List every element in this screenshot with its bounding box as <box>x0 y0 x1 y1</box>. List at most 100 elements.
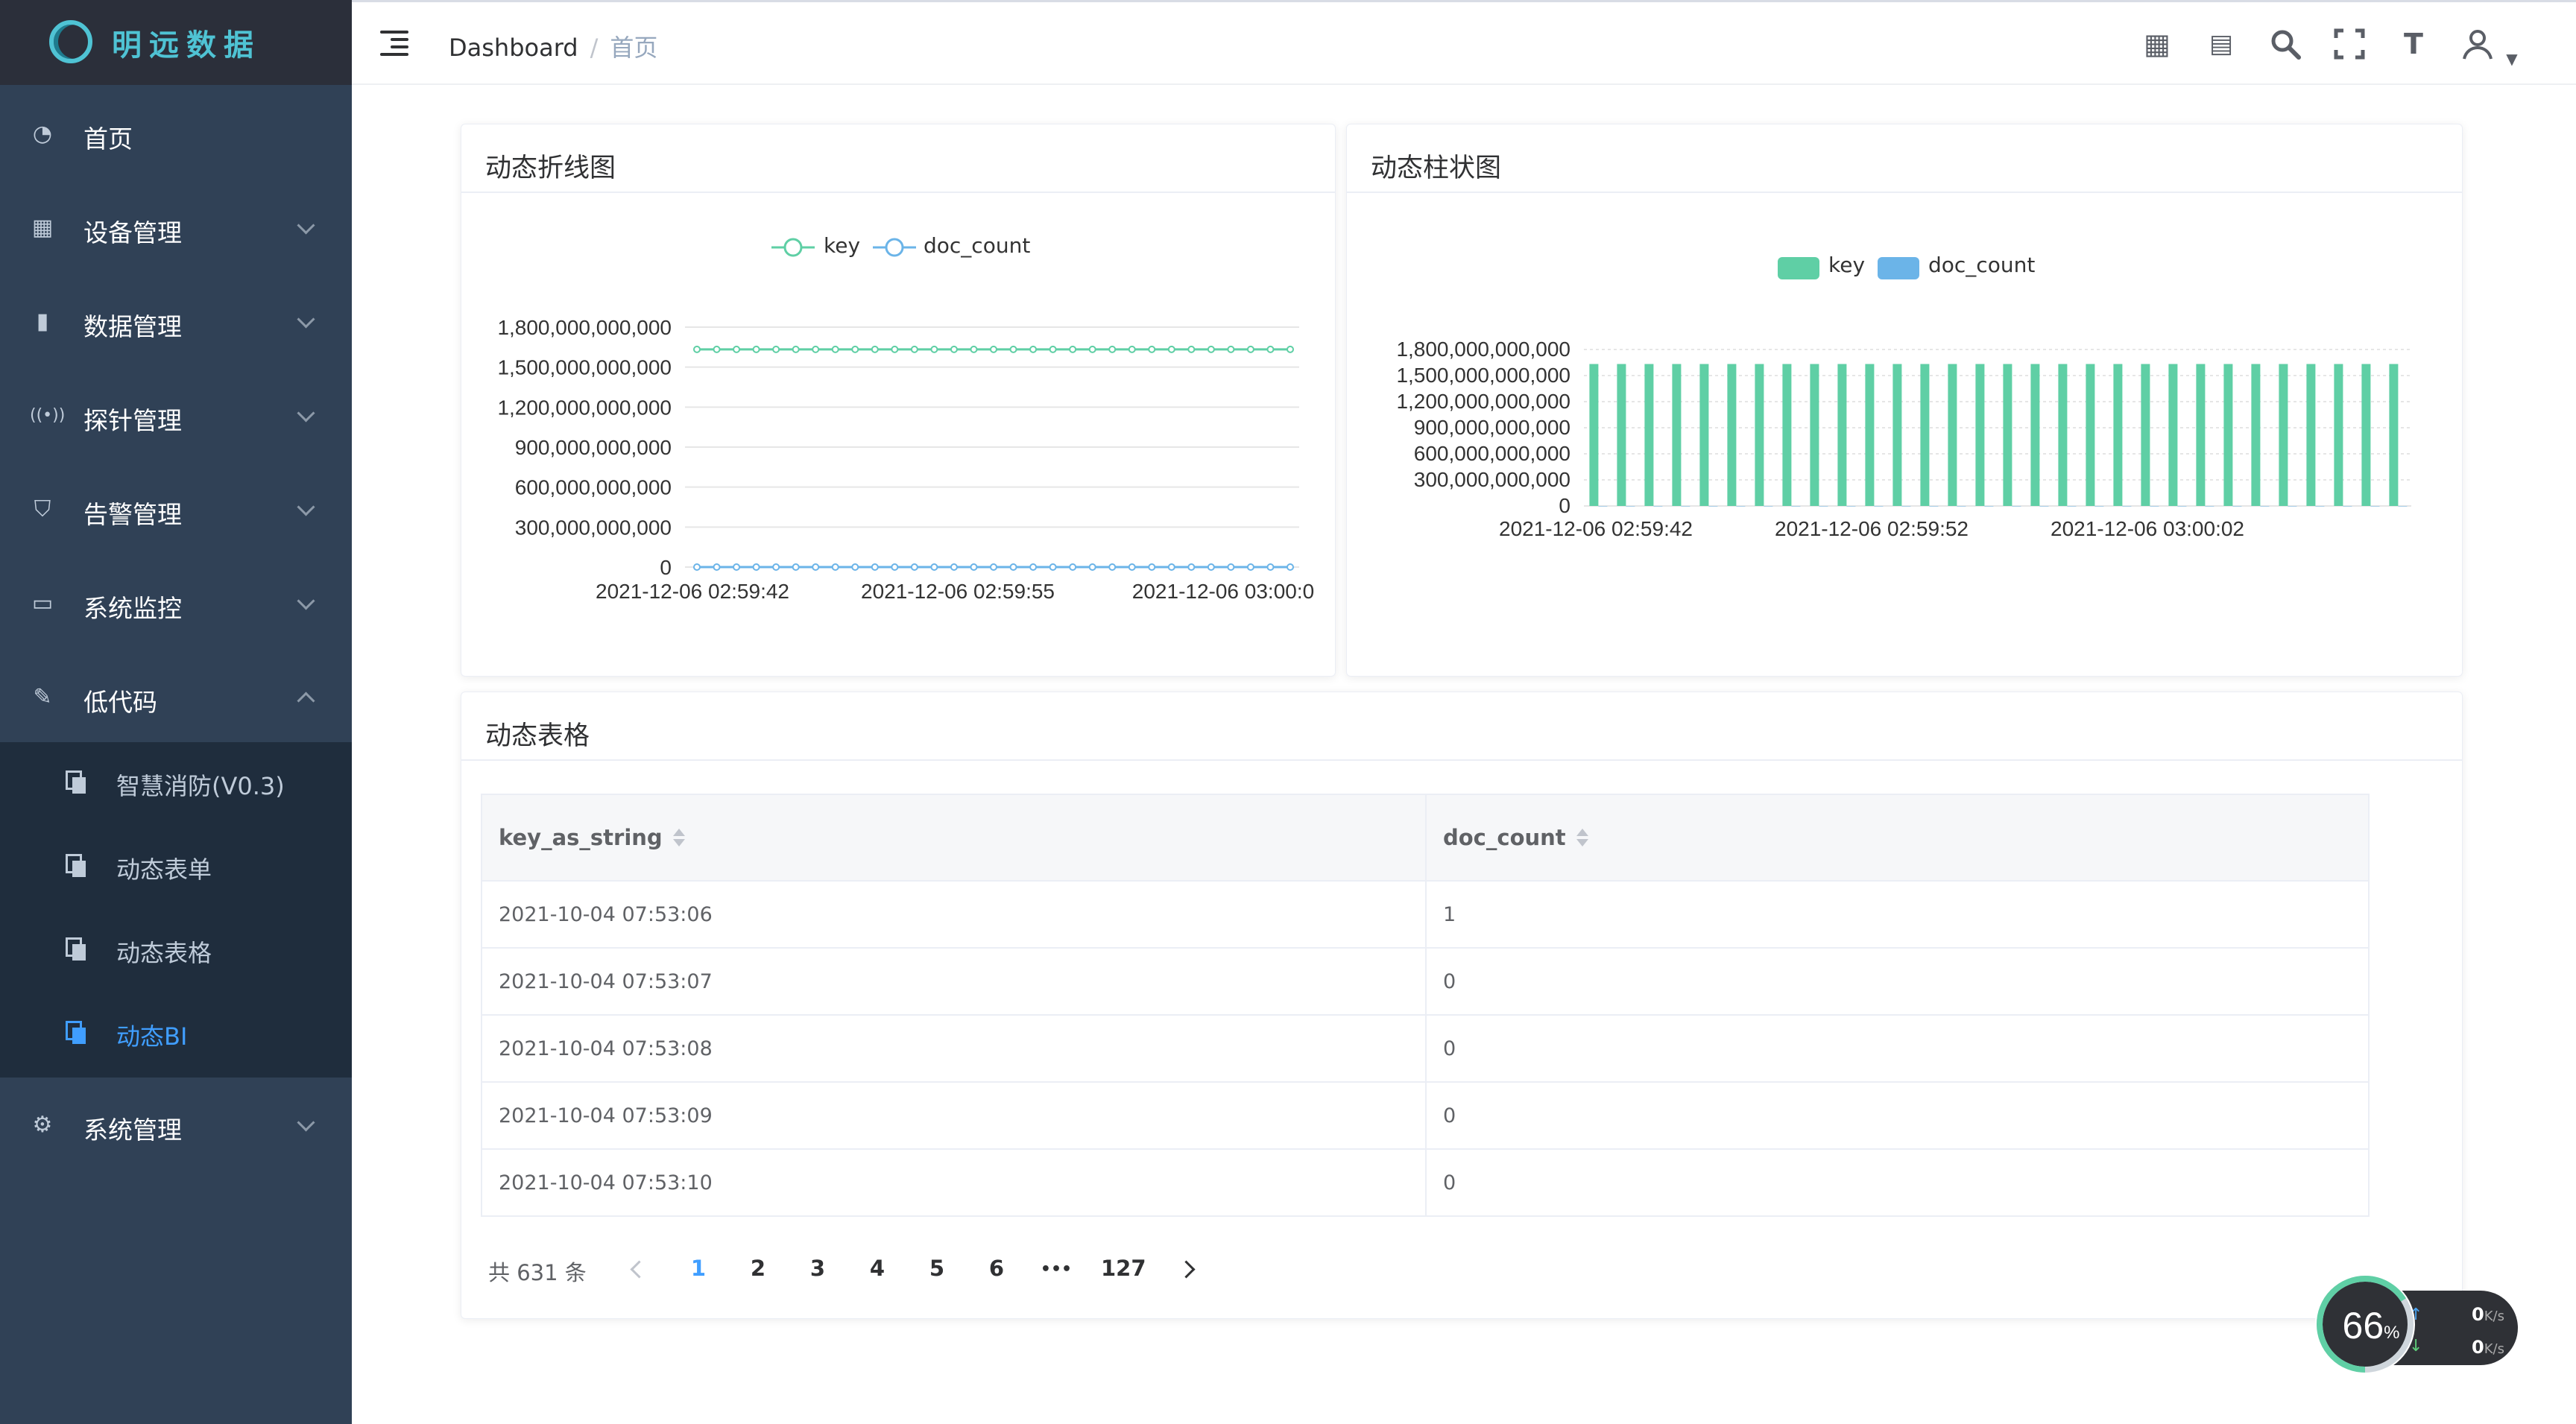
sort-icon[interactable] <box>1576 827 1588 848</box>
data-point <box>792 345 800 353</box>
bar <box>2003 364 2012 506</box>
table-card: 动态表格 key_as_string doc_count 2021-10-04 … <box>461 692 2463 1319</box>
bar <box>2168 364 2178 506</box>
data-point <box>1187 563 1196 571</box>
chevron-down-icon <box>297 216 315 235</box>
memory-percent: 66% <box>2342 1305 2400 1347</box>
submenu-item-form[interactable]: 动态表单 <box>0 826 352 909</box>
breadcrumb-dashboard[interactable]: Dashboard <box>449 34 578 62</box>
page-button-5[interactable]: 5 <box>915 1256 959 1281</box>
sidebar-item-alerts[interactable]: ⛉ 告警管理 <box>0 462 352 556</box>
bar <box>1957 506 1966 507</box>
prev-page-icon[interactable] <box>630 1260 648 1279</box>
submenu-item-table[interactable]: 动态表格 <box>0 909 352 993</box>
data-point <box>812 345 820 353</box>
chevron-down-icon <box>297 498 315 516</box>
data-table: key_as_string doc_count 2021-10-04 07:53… <box>481 794 2370 1217</box>
brand[interactable]: 明远数据 <box>0 0 352 85</box>
bar <box>2398 506 2408 507</box>
sidebar-item-lowcode[interactable]: ✎ 低代码 <box>0 650 352 744</box>
table-cell: 2021-10-04 07:53:09 <box>482 1083 1427 1148</box>
bar <box>2389 364 2399 506</box>
column-header-key[interactable]: key_as_string <box>482 795 1427 880</box>
search-icon[interactable] <box>2269 28 2302 60</box>
font-size-icon[interactable]: T <box>2397 28 2430 60</box>
sidebar-item-label: 数据管理 <box>83 312 182 341</box>
data-point <box>812 563 820 571</box>
x-tick-label: 2021-12-06 02:59:42 <box>596 580 789 603</box>
bar <box>1764 506 1773 507</box>
download-speed: 0K/s <box>2472 1337 2504 1358</box>
page-button-4[interactable]: 4 <box>855 1256 900 1281</box>
bar <box>2122 506 2132 507</box>
data-point <box>1148 563 1156 571</box>
top-navbar: Dashboard / 首页 ▦ ▤ T ▼ <box>352 0 2576 85</box>
table-cell: 1 <box>1443 902 1456 926</box>
hamburger-icon[interactable] <box>380 31 408 56</box>
submenu-item-bi[interactable]: 动态BI <box>0 993 352 1076</box>
data-point <box>970 345 978 353</box>
grid-icon[interactable]: ▦ <box>2141 28 2174 60</box>
sidebar-item-system[interactable]: ⚙ 系统管理 <box>0 1078 352 1171</box>
upload-speed: 0K/s <box>2472 1304 2504 1325</box>
shield-icon: ⛉ <box>34 496 51 522</box>
bar <box>1589 364 1599 506</box>
page-ellipsis[interactable]: ••• <box>1034 1260 1079 1279</box>
sidebar: 明远数据 ◔ 首页 ▦ 设备管理 ▮ 数据管理 ((•)) 探针管理 ⛉ 告警管… <box>0 0 352 1424</box>
bar <box>2306 364 2316 506</box>
fullscreen-icon[interactable] <box>2333 28 2366 60</box>
next-page-icon[interactable] <box>1177 1260 1196 1279</box>
page-button-3[interactable]: 3 <box>795 1256 840 1281</box>
bar <box>1755 364 1764 506</box>
signal-icon: ((•)) <box>30 406 66 425</box>
page-button-2[interactable]: 2 <box>736 1256 780 1281</box>
network-speed-widget[interactable]: ↑ 0K/s ↓ 0K/s 66% <box>2317 1276 2521 1376</box>
table-cell: 2021-10-04 07:53:07 <box>482 949 1427 1014</box>
page-button-last[interactable]: 127 <box>1101 1256 1146 1281</box>
bar <box>2177 506 2187 507</box>
data-point <box>1029 345 1038 353</box>
divider <box>461 759 2462 761</box>
card-title: 动态表格 <box>485 721 590 751</box>
sidebar-item-probes[interactable]: ((•)) 探针管理 <box>0 368 352 462</box>
bar <box>1901 506 1911 507</box>
data-point <box>1227 345 1235 353</box>
sidebar-item-data[interactable]: ▮ 数据管理 <box>0 274 352 368</box>
caret-down-icon[interactable]: ▼ <box>2496 42 2528 75</box>
page-button-6[interactable]: 6 <box>974 1256 1019 1281</box>
data-point <box>1227 563 1235 571</box>
bar <box>2343 506 2352 507</box>
sort-icon[interactable] <box>672 827 685 848</box>
sidebar-item-label: 系统管理 <box>83 1116 182 1145</box>
submenu-item-fire[interactable]: 智慧消防(V0.3) <box>0 742 352 826</box>
sidebar-item-home[interactable]: ◔ 首页 <box>0 86 352 180</box>
bar <box>2260 506 2270 507</box>
sidebar-item-monitor[interactable]: ▭ 系统监控 <box>0 556 352 650</box>
breadcrumb: Dashboard / 首页 <box>449 29 657 63</box>
copy-icon <box>66 1021 86 1044</box>
column-header-doc-count[interactable]: doc_count <box>1427 795 2368 880</box>
sidebar-item-label: 告警管理 <box>83 500 182 529</box>
data-point <box>733 563 741 571</box>
bar <box>2288 506 2297 507</box>
table-cell: 0 <box>1443 1037 1456 1060</box>
submenu-item-label: 动态BI <box>116 1022 188 1051</box>
bar <box>1920 364 1930 506</box>
page-button-1[interactable]: 1 <box>676 1256 721 1281</box>
column-header-label: doc_count <box>1443 825 1566 850</box>
message-icon[interactable]: ▤ <box>2205 28 2238 60</box>
x-tick-label: 2021-12-06 02:59:52 <box>1775 517 1969 540</box>
table-row: 2021-10-04 07:53:10 0 <box>482 1150 2368 1215</box>
sidebar-item-devices[interactable]: ▦ 设备管理 <box>0 180 352 274</box>
data-point <box>990 345 997 353</box>
pagination-total: 共 631 条 <box>488 1260 587 1285</box>
user-icon[interactable] <box>2461 28 2494 60</box>
copy-icon <box>66 770 86 794</box>
bar <box>1819 506 1828 507</box>
data-point <box>1009 345 1017 353</box>
copy-icon <box>66 937 86 961</box>
data-point <box>930 563 938 571</box>
bar <box>2232 506 2242 507</box>
bar <box>2223 364 2233 506</box>
data-point <box>772 345 780 353</box>
